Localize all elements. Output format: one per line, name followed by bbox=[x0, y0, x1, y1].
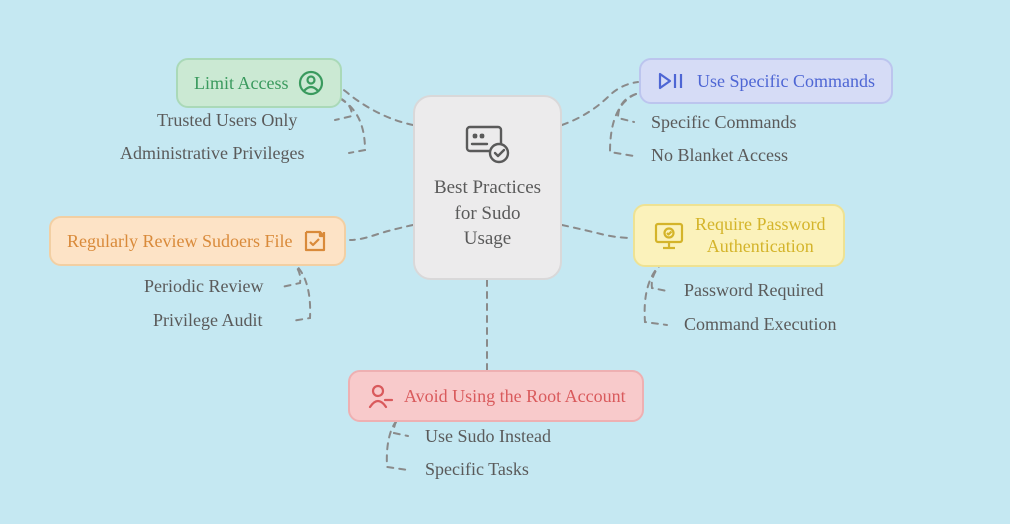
node-label: Regularly Review Sudoers File bbox=[67, 231, 292, 252]
mindmap-canvas: Best Practices for Sudo Usage Limit Acce… bbox=[0, 0, 1010, 524]
monitor-check-icon bbox=[653, 221, 685, 251]
center-node: Best Practices for Sudo Usage bbox=[413, 95, 562, 280]
sub-item: Privilege Audit bbox=[153, 310, 263, 331]
sub-item: Specific Commands bbox=[651, 112, 796, 133]
node-label: Require PasswordAuthentication bbox=[695, 214, 825, 257]
sub-item: Use Sudo Instead bbox=[425, 426, 551, 447]
node-label: Avoid Using the Root Account bbox=[404, 386, 626, 407]
node-label: Use Specific Commands bbox=[697, 71, 875, 92]
sub-item: Command Execution bbox=[684, 314, 836, 335]
sub-item: Specific Tasks bbox=[425, 459, 529, 480]
sub-item: Password Required bbox=[684, 280, 823, 301]
node-limit-access: Limit Access bbox=[176, 58, 342, 108]
sub-item: No Blanket Access bbox=[651, 145, 788, 166]
node-review-sudoers: Regularly Review Sudoers File bbox=[49, 216, 346, 266]
user-icon bbox=[298, 70, 324, 96]
checklist-icon bbox=[302, 228, 328, 254]
node-label: Limit Access bbox=[194, 73, 288, 94]
node-password-auth: Require PasswordAuthentication bbox=[633, 204, 845, 267]
play-pause-icon bbox=[657, 70, 687, 92]
password-check-icon bbox=[463, 123, 513, 165]
sub-item: Trusted Users Only bbox=[157, 110, 297, 131]
center-title: Best Practices for Sudo Usage bbox=[429, 175, 546, 252]
sub-item: Periodic Review bbox=[144, 276, 263, 297]
user-minus-icon bbox=[366, 382, 394, 410]
node-avoid-root: Avoid Using the Root Account bbox=[348, 370, 644, 422]
node-specific-commands: Use Specific Commands bbox=[639, 58, 893, 104]
sub-item: Administrative Privileges bbox=[120, 143, 304, 164]
